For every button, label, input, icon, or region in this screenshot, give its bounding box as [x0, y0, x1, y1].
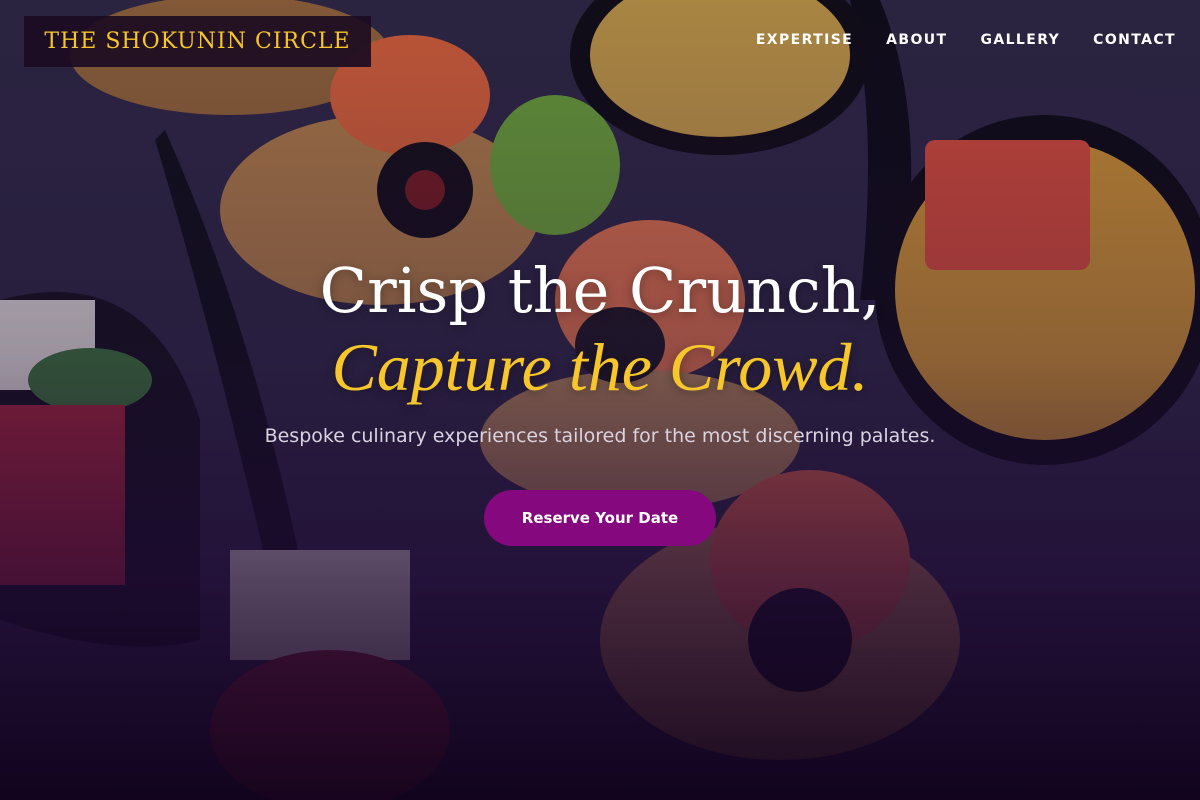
nav-expertise[interactable]: EXPERTISE [756, 32, 853, 48]
hero-headline: Crisp the Crunch, [319, 254, 881, 327]
nav-contact[interactable]: CONTACT [1093, 32, 1176, 48]
hero-headline-accent: Capture the Crowd. [331, 329, 869, 405]
reserve-date-button[interactable]: Reserve Your Date [484, 490, 716, 546]
hero-subtitle: Bespoke culinary experiences tailored fo… [264, 425, 936, 447]
brand-logo[interactable]: THE SHOKUNIN CIRCLE [24, 16, 371, 67]
nav-gallery[interactable]: GALLERY [980, 32, 1060, 48]
main-nav: EXPERTISE ABOUT GALLERY CONTACT [756, 32, 1176, 48]
nav-about[interactable]: ABOUT [886, 32, 947, 48]
